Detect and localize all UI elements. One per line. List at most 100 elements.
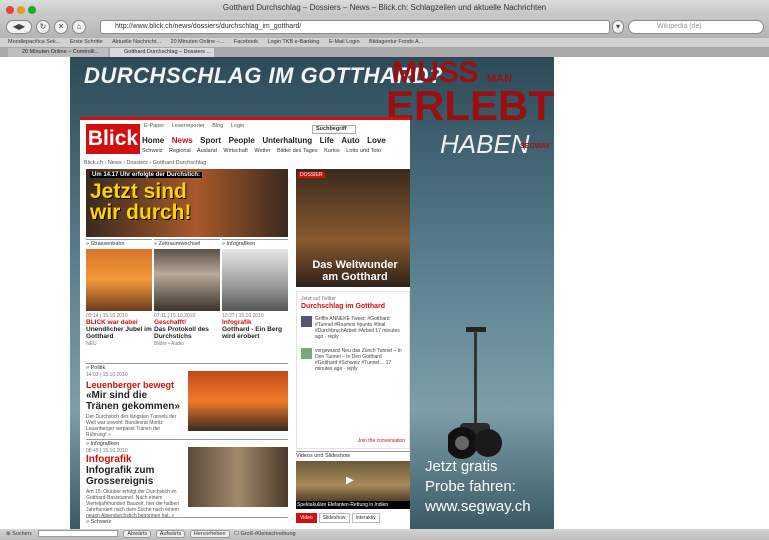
title-bar: Gotthard Durchschlag – Dossiers – News –…: [0, 0, 769, 16]
teaser-title: Unendlicher Jubel im Gotthard: [86, 326, 152, 340]
video-caption[interactable]: Spektakuläre Elefanten-Rettung in Indien: [296, 501, 410, 509]
nav-sport[interactable]: Sport: [200, 136, 221, 145]
utility-links: E-Paper Leserreporter Blog Login: [144, 123, 250, 129]
ad-cta-url[interactable]: www.segway.ch: [425, 497, 553, 517]
subnav-schweiz[interactable]: Schweiz: [142, 148, 162, 154]
story-section: » Infografiken: [86, 439, 288, 447]
story-text: Am 15. Oktober erfolgt der Durchstich im…: [86, 489, 180, 519]
teaser-column[interactable]: » Zeitraumwechsel 07:11 | 15.10.2010 Ges…: [154, 239, 220, 347]
subnav-wetter[interactable]: Wetter: [254, 148, 270, 154]
subnav-lotto[interactable]: Lotto und Toto: [346, 148, 381, 154]
hero-headline-line: wir durch!: [90, 201, 192, 224]
reload-button[interactable]: ↻: [36, 20, 50, 34]
tweet[interactable]: Griffin ANNEKE Tweet: #Gotthard #Tunnel …: [301, 316, 405, 342]
story-image: [188, 447, 288, 507]
back-forward-button[interactable]: ◀▶: [6, 20, 32, 34]
util-login[interactable]: Login: [231, 123, 244, 129]
zoom-icon[interactable]: [28, 6, 36, 14]
tab-bar: 20 Minuten Online – Comtrolli... Gotthar…: [0, 47, 769, 57]
story-teaser[interactable]: » Schweiz: [86, 517, 288, 525]
dossier-title: Das Weltwunder am Gotthard: [312, 259, 398, 283]
site-header: Blick E-Paper Leserreporter Blog Login S…: [80, 117, 410, 157]
case-checkbox[interactable]: ☐: [234, 531, 239, 537]
toolbar: ◀▶ ↻ ✕ ⌂ http://www.blick.ch/news/dossie…: [0, 16, 769, 38]
ad-haben: HABEN: [440, 129, 530, 159]
url-field[interactable]: http://www.blick.ch/news/dossiers/durchs…: [100, 20, 610, 34]
teaser-column[interactable]: » Infografiken 10:37 | 15.10.2010 Infogr…: [222, 239, 288, 340]
story-text: Der Durchstich des längsten Tunnels der …: [86, 414, 177, 438]
find-input[interactable]: [37, 530, 118, 538]
bookmark-item[interactable]: Moodlepacifica Sek...: [8, 39, 60, 45]
dossier-teaser[interactable]: DOSSIER Das Weltwunder am Gotthard: [296, 169, 410, 287]
bookmark-item[interactable]: Facebook: [234, 39, 258, 45]
util-leserreporter[interactable]: Leserreporter: [172, 123, 205, 129]
twitter-kicker: Jetzt auf Twitter: [301, 296, 336, 302]
minimize-icon[interactable]: [17, 6, 25, 14]
util-blog[interactable]: Blog: [212, 123, 223, 129]
stop-button[interactable]: ✕: [54, 20, 68, 34]
rss-button[interactable]: ▾: [612, 20, 624, 34]
close-icon[interactable]: ⊗: [6, 531, 11, 537]
bookmark-item[interactable]: Aktuelle Nachricht...: [112, 39, 161, 45]
subnav-ausland[interactable]: Ausland: [197, 148, 217, 154]
story-teaser[interactable]: » Politik 14:03 | 15.10.2010 Leuenberger…: [86, 363, 288, 438]
teaser-meta: NEU: [86, 341, 97, 347]
video-thumbnail[interactable]: ▶: [296, 461, 410, 501]
close-icon[interactable]: [6, 6, 14, 14]
tab-interaktiv[interactable]: Interaktiv: [351, 513, 380, 523]
nav-love[interactable]: Love: [367, 136, 386, 145]
video-box: Videos und Slideshow ▶ Spektakuläre Elef…: [296, 451, 410, 529]
bookmark-item[interactable]: Erste Schritte: [70, 39, 103, 45]
dossier-label: DOSSIER: [298, 172, 325, 178]
nav-home[interactable]: Home: [142, 136, 164, 145]
browser-window: Gotthard Durchschlag – Dossiers – News –…: [0, 0, 769, 540]
rss-icon: ▾: [615, 22, 620, 31]
bookmark-item[interactable]: Bildagentur Fonds A...: [369, 39, 423, 45]
bookmark-item[interactable]: Login TKB e-Banking: [268, 39, 320, 45]
tab-video[interactable]: Video: [296, 513, 317, 523]
subnav-regional[interactable]: Regional: [169, 148, 191, 154]
teaser-column[interactable]: » Strassenbahn 05:14 | 15.10.2010 BLICK …: [86, 239, 152, 347]
sub-nav: Schweiz Regional Ausland Wirtschaft Wett…: [142, 148, 386, 154]
teaser-tag: » Infografiken: [222, 239, 288, 247]
story-title: Infografik zum Grossereignis: [86, 465, 155, 487]
nav-life[interactable]: Life: [320, 136, 334, 145]
util-epaper[interactable]: E-Paper: [144, 123, 164, 129]
segway-illustration: [448, 327, 502, 459]
tab-20min[interactable]: 20 Minuten Online – Comtrolli...: [8, 48, 108, 57]
home-button[interactable]: ⌂: [72, 20, 86, 34]
bookmarks-bar: Moodlepacifica Sek... Erste Schritte Akt…: [0, 38, 769, 47]
nav-auto[interactable]: Auto: [341, 136, 359, 145]
search-field[interactable]: Wikipedia (de): [628, 20, 764, 34]
tab-blick[interactable]: Gotthard Durchschlag – Dossiers ...: [110, 48, 214, 57]
video-heading: Videos und Slideshow: [296, 451, 410, 459]
avatar: [301, 316, 312, 327]
teaser-title-red: BLICK war dabei: [86, 319, 138, 326]
page-content: DURCHSCHLAG IM GOTTHARD? MUSS MAN ERLEBT…: [0, 57, 769, 529]
home-icon: ⌂: [76, 22, 82, 31]
tab-slideshow[interactable]: Slideshow: [318, 513, 350, 523]
hero-teaser[interactable]: Um 14.17 Uhr erfolgte der Durchstich: Je…: [86, 169, 288, 237]
find-up-button[interactable]: Aufwärts: [155, 530, 186, 538]
nav-news[interactable]: News: [172, 136, 193, 145]
bookmark-item[interactable]: 20 Minuten Online –...: [171, 39, 225, 45]
story-section: » Politik: [86, 363, 288, 371]
ad-cta[interactable]: Jetzt gratis Probe fahren: www.segway.ch: [425, 457, 553, 517]
nav-people[interactable]: People: [229, 136, 255, 145]
ad-brand: SEGWAY: [520, 143, 551, 150]
nav-unterhaltung[interactable]: Unterhaltung: [262, 136, 312, 145]
blick-logo[interactable]: Blick: [86, 124, 140, 154]
site-search-label[interactable]: Suchbegriff: [316, 125, 347, 134]
bookmark-item[interactable]: E-Mail Login: [329, 39, 360, 45]
find-down-button[interactable]: Abwärts: [123, 530, 152, 538]
twitter-title[interactable]: Durchschlag im Gotthard: [301, 303, 409, 310]
highlight-button[interactable]: Hervorheben: [189, 530, 230, 538]
story-teaser[interactable]: » Infografiken 08:45 | 15.10.2010 Infogr…: [86, 439, 288, 519]
subnav-kurios[interactable]: Kurios: [324, 148, 340, 154]
subnav-wirtschaft[interactable]: Wirtschaft: [223, 148, 247, 154]
subnav-bilder[interactable]: Bilder des Tages: [277, 148, 318, 154]
play-icon[interactable]: ▶: [346, 475, 354, 486]
tweet[interactable]: vorgewusst Neu das Zürich Tunnel – In De…: [301, 348, 405, 374]
breadcrumb[interactable]: Blick.ch › News › Dossiers › Gotthard Du…: [84, 160, 206, 166]
twitter-join-link[interactable]: Join the conversation: [358, 438, 405, 444]
